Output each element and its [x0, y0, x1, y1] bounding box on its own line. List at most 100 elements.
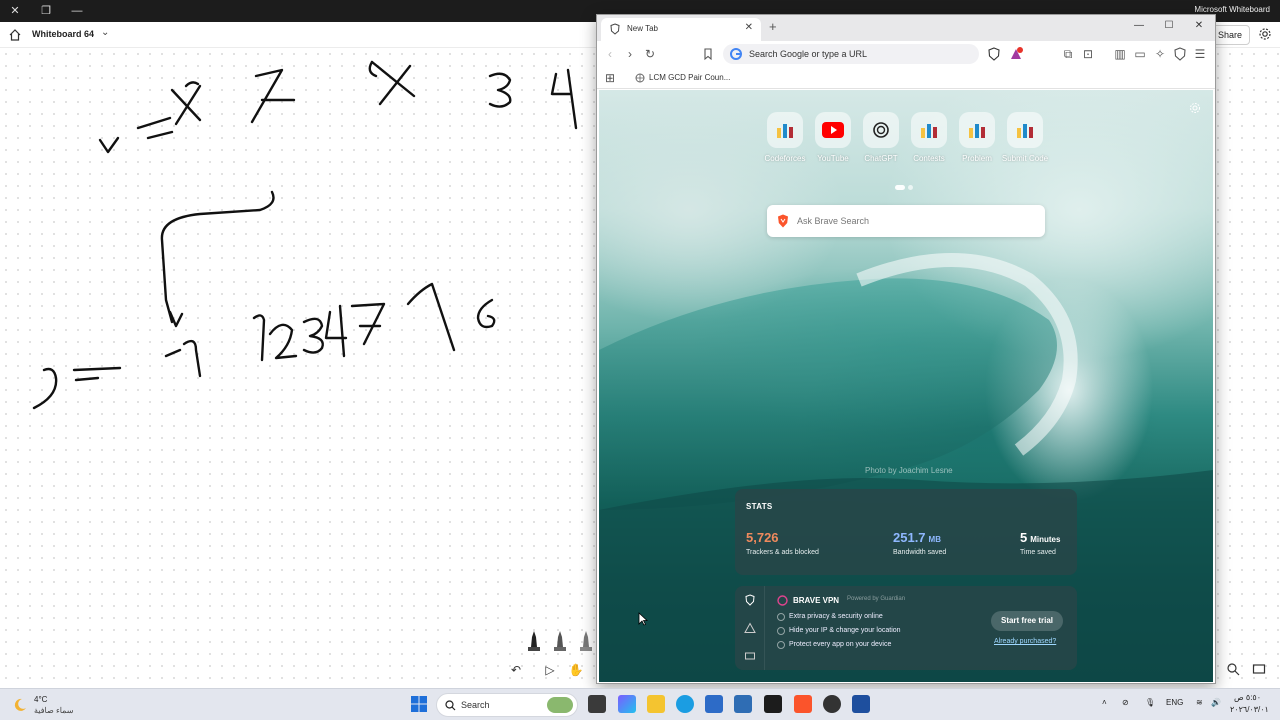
top-site-youtube[interactable]: YouTube — [811, 112, 855, 172]
address-bar[interactable]: Search Google or type a URL — [723, 44, 979, 64]
highlighter-icon[interactable] — [577, 627, 595, 651]
youtube-icon — [822, 122, 844, 138]
network-off-icon[interactable]: ⊘ — [1122, 698, 1129, 707]
top-site-codeforces[interactable]: Codeforces — [763, 112, 807, 172]
tile-box — [959, 112, 995, 148]
brave-rewards-icon[interactable] — [1009, 47, 1023, 61]
maximize-icon[interactable]: ☐ — [1159, 20, 1179, 31]
clock-date[interactable]: ٢٠٢٦/٠٣/٠١ — [1230, 705, 1269, 714]
outlook-icon[interactable] — [734, 695, 752, 713]
codeforces-icon — [969, 124, 985, 138]
weather-widget[interactable]: 4°C سماء صافية — [12, 693, 92, 717]
photo-credit[interactable]: Photo by Joachim Lesne — [865, 466, 953, 475]
brave-vpn-logo-icon — [777, 595, 788, 606]
brave-search-box[interactable]: Ask Brave Search — [767, 205, 1045, 237]
select-icon[interactable]: ▷ — [539, 660, 561, 680]
new-tab-plus-icon[interactable]: + — [769, 19, 777, 34]
top-site-contests[interactable]: Contests — [907, 112, 951, 172]
clock-time[interactable]: ٥:٥٠ ص — [1234, 693, 1261, 702]
tile-box — [1007, 112, 1043, 148]
trackers-value: 5,726 — [746, 530, 779, 545]
file-explorer-icon[interactable] — [647, 695, 665, 713]
leo-ai-icon[interactable]: ✧ — [1153, 47, 1167, 61]
tile-box — [911, 112, 947, 148]
undo-icon[interactable]: ↶ — [505, 660, 527, 680]
taskbar-search[interactable]: Search — [436, 693, 578, 717]
bookmark-item[interactable]: LCM GCD Pair Coun... — [649, 73, 730, 82]
search-icon — [445, 700, 456, 711]
close-tab-icon[interactable]: ✕ — [745, 22, 753, 33]
bandwidth-caption: Bandwidth saved — [893, 549, 947, 556]
tab-new-tab[interactable]: New Tab ✕ — [601, 18, 761, 41]
time-unit: Minutes — [1030, 535, 1061, 544]
top-site-problem[interactable]: Problem — [955, 112, 999, 172]
top-site-submit-code[interactable]: Submit Code — [1002, 112, 1048, 172]
gray-pen-icon[interactable] — [551, 627, 569, 651]
volume-icon[interactable]: 🔊 — [1211, 698, 1221, 707]
brave-browser-window: New Tab ✕ + — ☐ ✕ ‹ › ↻ Search Google or… — [596, 14, 1216, 684]
vpn-powered-by: Powered by Guardian — [847, 596, 906, 602]
forward-icon[interactable]: › — [623, 47, 637, 61]
apps-grid-icon[interactable]: ⊞ — [603, 71, 617, 85]
vpn-shield-icon[interactable] — [744, 594, 756, 606]
card-icon[interactable] — [744, 650, 756, 662]
obs-icon[interactable] — [823, 695, 841, 713]
settings-gear-icon[interactable] — [1258, 27, 1272, 41]
vpn-feature: Protect every app on your device — [777, 641, 892, 649]
close-window-icon[interactable]: ✕ — [1189, 20, 1209, 31]
warning-icon[interactable] — [744, 622, 756, 634]
sidebar-icon[interactable]: ▥ — [1113, 47, 1127, 61]
bandwidth-value: 251.7 — [893, 530, 926, 545]
windows-start-icon[interactable] — [410, 695, 428, 713]
customize-gear-icon[interactable] — [1189, 102, 1201, 114]
codeforces-icon — [777, 124, 793, 138]
tab-strip: New Tab ✕ + — ☐ ✕ — [597, 15, 1215, 41]
wallet-icon[interactable]: ▭ — [1133, 47, 1147, 61]
microphone-icon[interactable]: 🎙 — [1145, 698, 1155, 707]
trackers-caption: Trackers & ads blocked — [746, 549, 819, 556]
chevron-up-icon[interactable]: ˄ — [1102, 698, 1107, 707]
top-site-chatgpt[interactable]: ChatGPT — [859, 112, 903, 172]
stats-heading: STATS — [746, 502, 773, 511]
share-button[interactable]: Share — [1210, 25, 1250, 45]
brave-shields-icon[interactable] — [987, 47, 1001, 61]
time-value: 5 — [1020, 530, 1028, 545]
terminal-icon[interactable] — [764, 695, 782, 713]
store-icon[interactable] — [705, 695, 723, 713]
language-indicator[interactable]: ENG — [1166, 698, 1183, 707]
hand-icon[interactable]: ✋ — [565, 660, 587, 680]
bookmark-icon[interactable] — [701, 47, 715, 61]
fit-screen-icon[interactable] — [1252, 662, 1266, 676]
minimize-icon[interactable]: — — [1129, 20, 1149, 31]
temperature: 4°C — [34, 695, 48, 704]
edge-icon[interactable] — [676, 695, 694, 713]
already-purchased-link[interactable]: Already purchased? — [994, 638, 1056, 645]
search-label: Search — [461, 700, 490, 710]
vpn-feature: Hide your IP & change your location — [777, 627, 901, 635]
handwritten-ink — [32, 60, 578, 410]
screenshot-icon[interactable]: ⊡ — [1081, 47, 1095, 61]
feature-text: Extra privacy & security online — [789, 613, 883, 620]
back-icon[interactable]: ‹ — [603, 47, 617, 61]
vpn-content: BRAVE VPN Powered by Guardian Extra priv… — [775, 586, 1075, 670]
canvas-toolbar: ↶ ▷ ✋ — [503, 658, 599, 682]
extensions-icon[interactable]: ⧉ — [1061, 47, 1075, 61]
black-pen-icon[interactable] — [525, 627, 543, 651]
start-free-trial-button[interactable]: Start free trial — [991, 611, 1063, 631]
wifi-icon[interactable]: ≋ — [1196, 698, 1203, 707]
copilot-icon[interactable] — [618, 695, 636, 713]
globe-icon — [635, 73, 645, 83]
tile-box — [767, 112, 803, 148]
feature-text: Protect every app on your device — [789, 641, 892, 648]
brave-browser-icon[interactable] — [794, 695, 812, 713]
mouse-cursor-icon — [638, 612, 648, 626]
whiteboard-app-icon[interactable] — [852, 695, 870, 713]
page-dots[interactable] — [895, 177, 919, 190]
menu-icon[interactable]: ☰ — [1193, 47, 1207, 61]
reload-icon[interactable]: ↻ — [643, 47, 657, 61]
task-view-icon[interactable] — [588, 695, 606, 713]
tile-box — [863, 112, 899, 148]
bandwidth-unit: MB — [928, 535, 941, 544]
vpn-icon[interactable] — [1173, 47, 1187, 61]
zoom-icon[interactable] — [1226, 662, 1240, 676]
